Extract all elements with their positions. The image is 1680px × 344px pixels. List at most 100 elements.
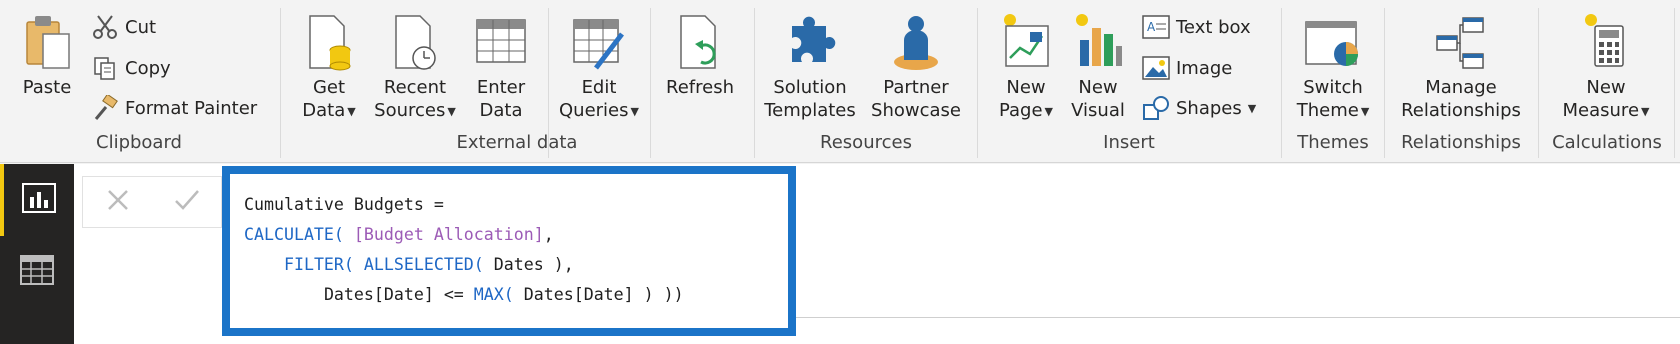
cut-button[interactable]: Cut bbox=[90, 10, 156, 44]
cancel-formula-button[interactable] bbox=[83, 177, 152, 227]
new-visual-label-2: Visual bbox=[1071, 100, 1125, 121]
new-measure-label-2: Measure ▼ bbox=[1562, 100, 1650, 121]
calculator-icon bbox=[1581, 10, 1631, 76]
new-page-label-1: New bbox=[1006, 77, 1046, 98]
new-measure-label-1: New bbox=[1586, 77, 1626, 98]
image-label: Image bbox=[1176, 57, 1233, 79]
edit-queries-button[interactable]: Edit Queries ▼ bbox=[552, 10, 646, 123]
new-page-icon bbox=[1000, 10, 1052, 76]
solution-templates-button[interactable]: Solution Templates bbox=[762, 10, 858, 122]
data-view-button[interactable] bbox=[0, 236, 74, 308]
shapes-icon bbox=[1141, 93, 1171, 123]
filter-function: FILTER( bbox=[283, 255, 354, 274]
new-page-button[interactable]: New Page ▼ bbox=[993, 10, 1059, 123]
edit-queries-label-2: Queries ▼ bbox=[559, 100, 639, 121]
group-divider bbox=[1281, 8, 1282, 158]
formula-line-1: Cumulative Budgets = bbox=[244, 195, 444, 214]
new-page-label-2: Page ▼ bbox=[998, 100, 1054, 121]
format-painter-button[interactable]: Format Painter bbox=[90, 91, 257, 125]
scissors-icon bbox=[90, 12, 120, 42]
report-view-button[interactable] bbox=[0, 164, 74, 236]
themes-group: Switch Theme ▼ Themes bbox=[1283, 0, 1383, 163]
resources-group: Solution Templates Partner Showcase Reso… bbox=[756, 0, 976, 163]
new-measure-button[interactable]: New Measure ▼ bbox=[1548, 10, 1664, 123]
formula-line-4: Dates[Date] <= MAX( Dates[Date] ) )) bbox=[323, 285, 684, 304]
text-box-button[interactable]: A Text box bbox=[1141, 10, 1251, 44]
shapes-label: Shapes bbox=[1176, 97, 1242, 119]
paste-icon bbox=[19, 10, 75, 76]
shapes-dropdown-icon: ▼ bbox=[1247, 101, 1257, 115]
ribbon: Paste Cut Copy Format Painter Clipboard … bbox=[0, 0, 1680, 163]
grid-icon bbox=[20, 255, 54, 289]
calculations-group-label: Calculations bbox=[1552, 132, 1662, 153]
group-divider bbox=[280, 8, 281, 158]
formula-line-2: CALCULATE( [Budget Allocation], bbox=[244, 225, 554, 244]
partner-icon bbox=[890, 10, 942, 76]
table-icon bbox=[475, 10, 527, 76]
themes-group-label: Themes bbox=[1297, 132, 1369, 153]
group-divider bbox=[1538, 8, 1539, 158]
paste-label: Paste bbox=[22, 77, 72, 98]
get-data-button[interactable]: Get Data ▼ bbox=[296, 10, 362, 123]
relationships-icon bbox=[1433, 10, 1489, 76]
shapes-button[interactable]: Shapes ▼ bbox=[1141, 91, 1256, 125]
switch-theme-label-2: Theme ▼ bbox=[1296, 100, 1370, 121]
insert-group-label: Insert bbox=[1103, 132, 1155, 153]
manage-relationships-button[interactable]: Manage Relationships bbox=[1392, 10, 1530, 122]
text-box-label: Text box bbox=[1176, 16, 1251, 38]
enter-data-button[interactable]: Enter Data bbox=[468, 10, 534, 122]
svg-text:A: A bbox=[1147, 20, 1156, 34]
get-data-label-1: Get bbox=[312, 77, 346, 98]
paintbrush-icon bbox=[90, 93, 120, 123]
puzzle-icon bbox=[784, 10, 836, 76]
partner-showcase-label-1: Partner bbox=[883, 77, 949, 98]
refresh-button[interactable]: Refresh bbox=[660, 10, 740, 99]
manage-relationships-label-1: Manage bbox=[1425, 77, 1497, 98]
resources-group-label: Resources bbox=[820, 132, 912, 153]
relationships-group: Manage Relationships Relationships bbox=[1386, 0, 1536, 163]
formula-line-3: FILTER( ALLSELECTED( Dates ), bbox=[283, 255, 574, 274]
external-data-group-label: External data bbox=[456, 132, 578, 153]
max-function: MAX( bbox=[473, 285, 514, 304]
new-visual-label-1: New bbox=[1078, 77, 1118, 98]
check-icon bbox=[174, 188, 200, 216]
relationships-group-label: Relationships bbox=[1401, 132, 1521, 153]
view-navigation bbox=[0, 164, 74, 344]
image-icon bbox=[1141, 53, 1171, 83]
recent-sources-button[interactable]: Recent Sources ▼ bbox=[370, 10, 460, 123]
allselected-function: ALLSELECTED( bbox=[363, 255, 484, 274]
clipboard-group: Paste Cut Copy Format Painter Clipboard bbox=[0, 0, 278, 163]
recent-sources-label-2: Sources ▼ bbox=[374, 100, 456, 121]
commit-formula-button[interactable] bbox=[152, 177, 221, 227]
get-data-icon bbox=[304, 10, 354, 76]
switch-theme-label-1: Switch bbox=[1303, 77, 1363, 98]
close-icon bbox=[106, 188, 130, 216]
partner-showcase-label-2: Showcase bbox=[871, 100, 961, 121]
partner-showcase-button[interactable]: Partner Showcase bbox=[866, 10, 966, 122]
formula-commit-buttons bbox=[82, 176, 222, 228]
bar-chart-icon bbox=[22, 183, 56, 217]
format-painter-label: Format Painter bbox=[125, 97, 258, 119]
text-box-icon: A bbox=[1141, 12, 1171, 42]
group-divider bbox=[754, 8, 755, 158]
switch-theme-button[interactable]: Switch Theme ▼ bbox=[1289, 10, 1377, 123]
clipboard-group-label: Clipboard bbox=[96, 132, 182, 153]
copy-button[interactable]: Copy bbox=[90, 51, 171, 85]
recent-sources-icon bbox=[390, 10, 440, 76]
paste-button[interactable]: Paste bbox=[14, 10, 80, 99]
copy-icon bbox=[90, 53, 120, 83]
solution-templates-label-1: Solution bbox=[773, 77, 847, 98]
solution-templates-label-2: Templates bbox=[764, 100, 856, 121]
enter-data-label-2: Data bbox=[479, 100, 523, 121]
new-visual-button[interactable]: New Visual bbox=[1065, 10, 1131, 122]
external-data-group: Get Data ▼ Recent Sources ▼ Enter Data E… bbox=[282, 0, 752, 163]
group-divider bbox=[1384, 8, 1385, 158]
edit-queries-icon bbox=[572, 10, 626, 76]
calculate-function: CALCULATE( bbox=[244, 225, 344, 244]
new-visual-icon bbox=[1072, 10, 1124, 76]
cut-label: Cut bbox=[125, 16, 157, 38]
enter-data-label-1: Enter bbox=[476, 77, 526, 98]
manage-relationships-label-2: Relationships bbox=[1401, 100, 1521, 121]
image-button[interactable]: Image bbox=[1141, 51, 1232, 85]
dax-formula-editor[interactable]: Cumulative Budgets = CALCULATE( [Budget … bbox=[222, 166, 796, 336]
